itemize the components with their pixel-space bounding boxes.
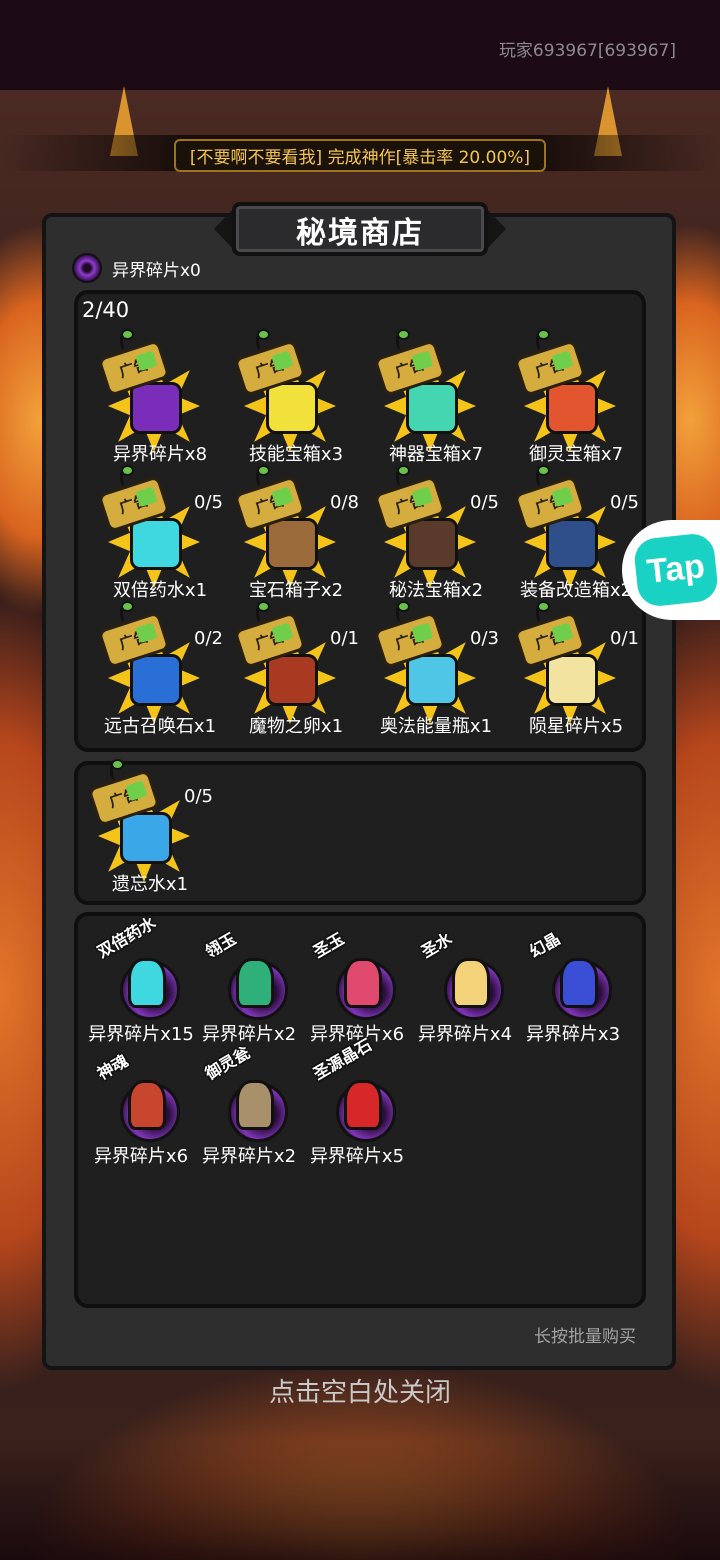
shop-title-plate: 秘境商店 — [214, 196, 506, 262]
player-id: 玩家693967[693967] — [498, 41, 676, 61]
source-crystal-icon — [344, 1080, 382, 1130]
shop-item[interactable]: 广告 御灵宝箱x7 — [506, 329, 646, 470]
shop-item[interactable]: 广告 0/1 魔物之卵x1 — [226, 601, 366, 742]
purchase-limit: 0/5 — [184, 786, 213, 807]
purchase-limit: 0/5 — [470, 492, 499, 513]
shard-item-name: 神魂 — [94, 1051, 132, 1084]
meteor-shard-icon — [546, 654, 598, 706]
item-label: 远古召唤石x1 — [103, 716, 217, 737]
purchase-limit: 0/3 — [470, 628, 499, 649]
close-hint[interactable]: 点击空白处关闭 — [0, 1372, 720, 1409]
summon-stone-icon — [130, 654, 182, 706]
oblivion-water-icon — [120, 812, 172, 864]
achievement-banner: [不要啊不要看我] 完成神作[暴击率 20.00%] — [0, 135, 720, 172]
shop-item[interactable]: 广告 0/5 秘法宝箱x2 — [366, 465, 506, 606]
artifact-chest-icon — [406, 382, 458, 434]
item-label: 奥法能量瓶x1 — [379, 716, 493, 737]
monster-egg-icon — [266, 654, 318, 706]
purchase-limit: 0/2 — [194, 628, 223, 649]
ad-view-counter: 2/40 — [82, 298, 130, 322]
achievement-text: [不要啊不要看我] 完成神作[暴击率 20.00%] — [173, 139, 547, 172]
background-shade — [0, 1440, 720, 1560]
purchase-limit: 0/5 — [610, 492, 639, 513]
shard-item-name: 圣玉 — [310, 929, 348, 962]
shop-item[interactable]: 广告 0/3 奥法能量瓶x1 — [366, 601, 506, 742]
purchase-limit: 0/1 — [330, 628, 359, 649]
item-label: 秘法宝箱x2 — [388, 580, 484, 601]
item-label: 神器宝箱x7 — [388, 444, 484, 465]
item-label: 技能宝箱x3 — [248, 444, 344, 465]
mana-bottle-icon — [406, 654, 458, 706]
shard-shop-item[interactable]: 神魂 异界碎片x6 — [86, 1050, 196, 1170]
holy-jade-icon — [344, 958, 382, 1008]
item-label: 御灵宝箱x7 — [528, 444, 624, 465]
shop-item[interactable]: 广告 神器宝箱x7 — [366, 329, 506, 470]
shard-item-price: 异界碎片x3 — [525, 1024, 621, 1045]
shard-shop-item[interactable]: 圣玉 异界碎片x6 — [302, 928, 412, 1048]
void-shard-icon — [72, 253, 102, 283]
shard-shop-item[interactable]: 双倍药水 异界碎片x15 — [86, 913, 196, 1048]
spirit-chest-icon — [546, 382, 598, 434]
item-label: 遗忘水x1 — [111, 874, 189, 895]
jade-icon — [236, 958, 274, 1008]
shard-item-name: 翎玉 — [202, 929, 240, 962]
taptap-float-button[interactable]: Tap — [622, 520, 720, 620]
currency-display: 异界碎片x0 — [72, 253, 201, 283]
shop-item[interactable]: 广告 0/5 遗忘水x1 — [80, 759, 220, 900]
illusion-crystal-icon — [560, 958, 598, 1008]
bulk-buy-hint: 长按批量购买 — [534, 1327, 636, 1347]
purchase-limit: 0/1 — [610, 628, 639, 649]
shop-item[interactable]: 广告 0/2 远古召唤石x1 — [90, 601, 230, 742]
double-potion-icon — [130, 518, 182, 570]
gem-bag-icon — [266, 518, 318, 570]
equipment-box-icon — [546, 518, 598, 570]
item-label: 宝石箱子x2 — [248, 580, 344, 601]
shard-shop-item[interactable]: 翎玉 异界碎片x2 — [194, 928, 304, 1048]
currency-amount: 异界碎片x0 — [112, 260, 201, 281]
spirit-urn-icon — [236, 1080, 274, 1130]
shard-item-price: 异界碎片x5 — [309, 1146, 405, 1167]
void-orb-icon — [130, 382, 182, 434]
shop-title: 秘境商店 — [296, 216, 424, 251]
divine-soul-icon — [128, 1080, 166, 1130]
shop-item[interactable]: 广告 技能宝箱x3 — [226, 329, 366, 470]
item-label: 魔物之卵x1 — [248, 716, 344, 737]
purchase-limit: 0/5 — [194, 492, 223, 513]
shard-item-name: 幻晶 — [526, 929, 564, 962]
shard-shop-item[interactable]: 圣水 异界碎片x4 — [410, 928, 520, 1048]
shop-item[interactable]: 广告 0/8 宝石箱子x2 — [226, 465, 366, 606]
holy-water-icon — [452, 958, 490, 1008]
shop-item[interactable]: 广告 0/5 双倍药水x1 — [90, 465, 230, 606]
skill-chest-icon — [266, 382, 318, 434]
double-potion-icon — [128, 958, 166, 1008]
purchase-limit: 0/8 — [330, 492, 359, 513]
shop-item[interactable]: 广告 异界碎片x8 — [90, 329, 230, 470]
shard-item-name: 圣水 — [418, 929, 456, 962]
shop-item[interactable]: 广告 0/1 陨星碎片x5 — [506, 601, 646, 742]
shard-shop-item[interactable]: 圣源晶石 异界碎片x5 — [302, 1035, 412, 1170]
shard-shop-item[interactable]: 幻晶异界碎片x3 — [518, 928, 628, 1048]
item-label: 陨星碎片x5 — [528, 716, 624, 737]
taptap-logo-icon: Tap — [632, 532, 720, 608]
shard-shop-item[interactable]: 御灵瓮 异界碎片x2 — [194, 1043, 304, 1170]
arcane-chest-icon — [406, 518, 458, 570]
item-label: 双倍药水x1 — [112, 580, 208, 601]
item-label: 异界碎片x8 — [112, 444, 208, 465]
